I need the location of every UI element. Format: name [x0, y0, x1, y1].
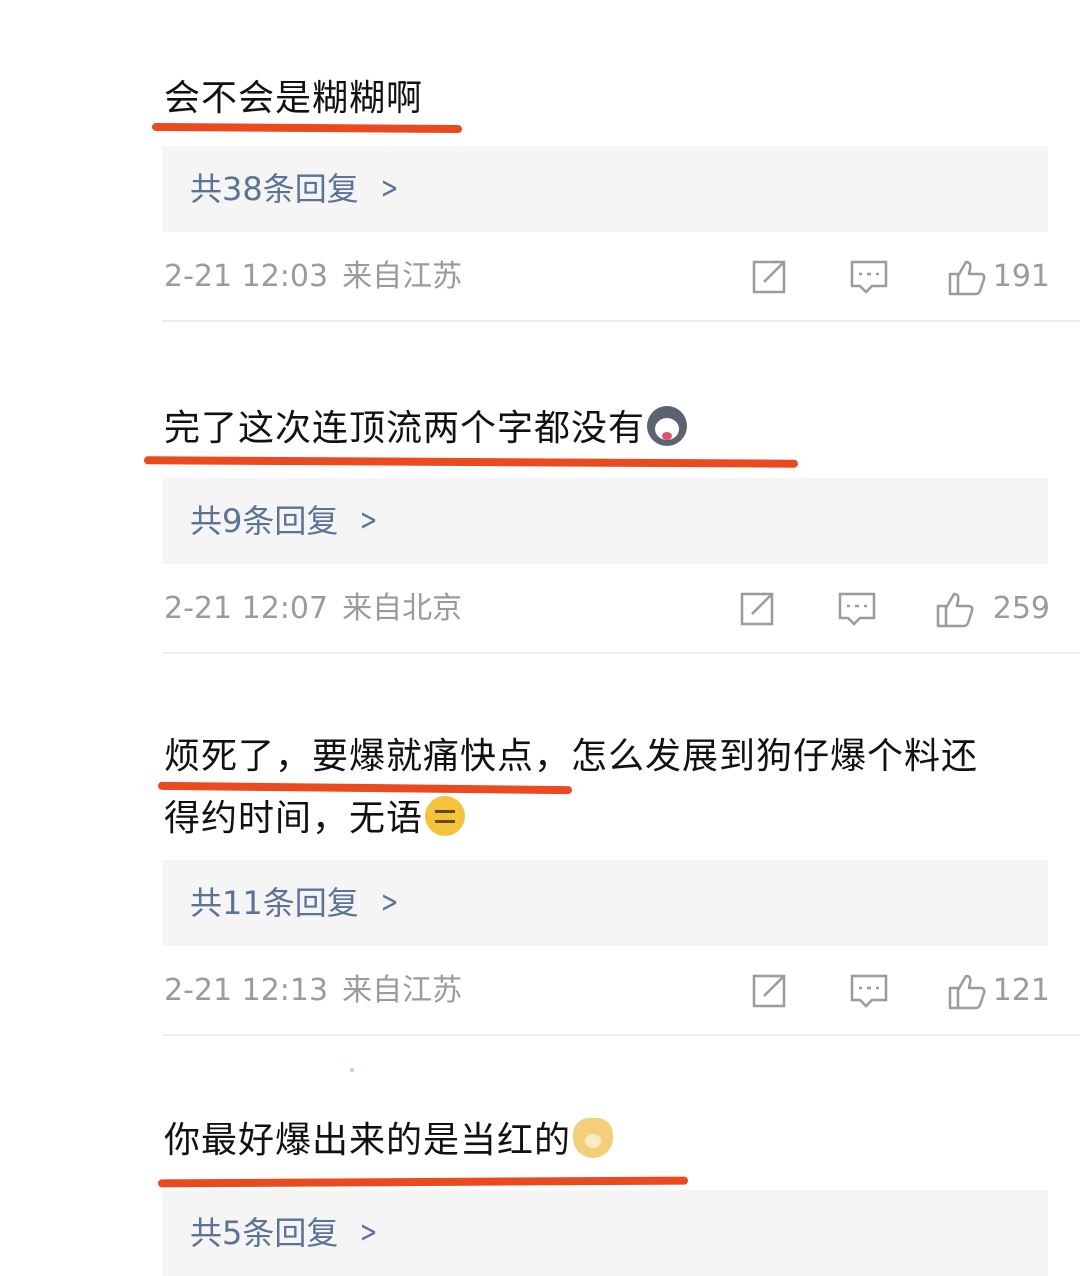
chevron-right-icon: >	[380, 885, 399, 920]
comment-text-content: 会不会是糊糊啊	[164, 78, 424, 119]
comment-text-content: 你最好爆出来的是当红的	[164, 1120, 572, 1161]
like-count: 191	[992, 259, 1050, 294]
comment-meta-text: 2-21 12:03 来自江苏	[164, 252, 462, 302]
reply-box: 共9条回复 >	[162, 478, 1048, 564]
like-button[interactable]	[946, 256, 988, 298]
dog-emoji-icon	[573, 1118, 614, 1158]
view-replies-link[interactable]: 共11条回复 >	[190, 882, 402, 924]
comment-time: 2-21 12:13	[164, 973, 329, 1008]
chevron-right-icon: >	[380, 171, 399, 206]
comment-time: 2-21 12:03	[164, 259, 329, 294]
comment-text-line: 烦死了，要爆就痛快点，怎么发展到狗仔爆个料还	[164, 736, 979, 777]
comment-button[interactable]	[836, 588, 878, 630]
divider	[162, 320, 1080, 322]
like-button[interactable]	[934, 588, 976, 630]
comment-meta: 2-21 12:13 来自江苏 121	[164, 966, 1050, 1016]
replies-count-label: 共5条回复	[190, 1214, 339, 1252]
repost-icon	[752, 974, 786, 1008]
artifact-dot	[350, 1068, 354, 1072]
comment-button[interactable]	[848, 256, 890, 298]
reply-box: 共5条回复 >	[162, 1190, 1048, 1276]
reply-box: 共38条回复 >	[162, 146, 1048, 232]
view-replies-link[interactable]: 共38条回复 >	[190, 168, 402, 210]
comment-meta: 2-21 12:07 来自北京 259	[164, 584, 1050, 634]
comment-text-content: 完了这次连顶流两个字都没有	[164, 408, 646, 449]
like-count: 121	[992, 973, 1050, 1008]
thumbs-up-icon	[936, 592, 974, 628]
replies-count-label: 共9条回复	[190, 502, 339, 540]
comment-icon	[838, 592, 876, 626]
comment-text: 完了这次连顶流两个字都没有	[164, 398, 1054, 460]
like-count: 259	[992, 591, 1050, 626]
comment-location: 来自北京	[342, 591, 463, 626]
comment-button[interactable]	[848, 970, 890, 1012]
comment-text-content: 得约时间，无语	[164, 798, 424, 839]
like-button[interactable]	[946, 970, 988, 1012]
comment-icon	[850, 974, 888, 1008]
repost-button[interactable]	[748, 256, 790, 298]
chevron-right-icon: >	[360, 503, 378, 538]
comment-meta-text: 2-21 12:13 来自江苏	[164, 966, 462, 1016]
repost-button[interactable]	[736, 588, 778, 630]
comment-meta: 2-21 12:03 来自江苏 191	[164, 252, 1050, 302]
repost-icon	[752, 260, 786, 294]
thumbs-up-icon	[948, 974, 986, 1010]
divider	[162, 652, 1080, 654]
repost-icon	[740, 592, 774, 626]
chevron-right-icon: >	[360, 1215, 378, 1250]
highlight-underline	[157, 1176, 689, 1188]
comment-time: 2-21 12:07	[164, 591, 329, 626]
replies-count-label: 共11条回复	[190, 884, 359, 922]
repost-button[interactable]	[748, 970, 790, 1012]
reply-box: 共11条回复 >	[162, 860, 1048, 946]
replies-count-label: 共38条回复	[190, 170, 359, 208]
view-replies-link[interactable]: 共5条回复 >	[190, 1212, 382, 1254]
comment-text: 会不会是糊糊啊	[164, 68, 1054, 130]
comment-location: 来自江苏	[342, 259, 463, 294]
husky-emoji-icon	[647, 406, 688, 446]
divider	[162, 1034, 1080, 1036]
thumbs-up-icon	[948, 260, 986, 296]
comment-text-line: 得约时间，无语	[164, 788, 1054, 850]
comment-text: 你最好爆出来的是当红的	[164, 1110, 1054, 1172]
view-replies-link[interactable]: 共9条回复 >	[190, 500, 382, 542]
comment-location: 来自江苏	[342, 973, 463, 1008]
neutral-face-emoji-icon	[425, 796, 466, 836]
highlight-underline	[151, 122, 463, 134]
comment-icon	[850, 260, 888, 294]
comment-meta-text: 2-21 12:07 来自北京	[164, 584, 462, 634]
